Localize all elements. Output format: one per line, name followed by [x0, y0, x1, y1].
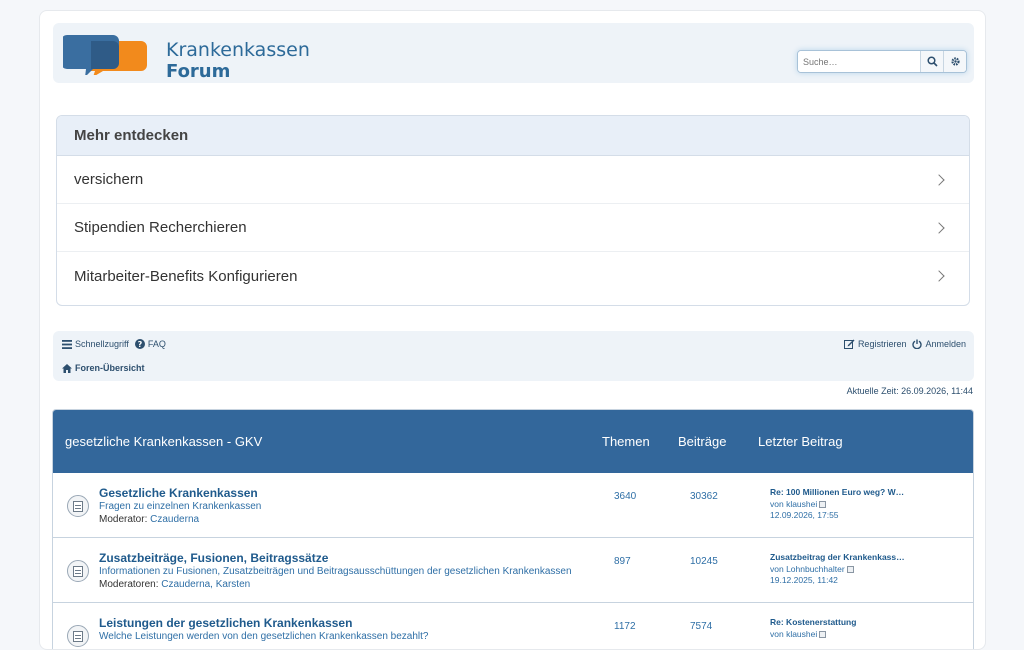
search-box [797, 50, 967, 73]
last-post-date: 19.12.2025, 11:42 [770, 575, 838, 585]
last-post-author: von klaushei [770, 629, 856, 641]
forum-title[interactable]: Zusatzbeiträge, Fusionen, Beitragssätze [99, 551, 328, 565]
discover-item-label: Stipendien Recherchieren [74, 219, 247, 236]
faq-label: FAQ [147, 339, 166, 349]
forum-table: gesetzliche Krankenkassen - GKV Themen B… [52, 409, 974, 649]
topic-count: 3640 [614, 491, 637, 502]
mod-label: Moderatoren: [99, 579, 159, 590]
forum-header: gesetzliche Krankenkassen - GKV Themen B… [53, 410, 973, 473]
category-title[interactable]: gesetzliche Krankenkassen - GKV [53, 434, 602, 449]
last-post-date: 12.09.2026, 17:55 [770, 510, 839, 520]
logo-line-1: Krankenkassen [166, 39, 310, 61]
topic-count: 897 [614, 556, 631, 567]
last-post-author-text[interactable]: von Lohnbuchhalter [770, 564, 845, 574]
forum-read-icon [67, 495, 89, 517]
search-input[interactable] [798, 51, 920, 72]
edit-icon [843, 339, 855, 349]
chevron-right-icon [933, 173, 945, 186]
chevron-right-icon [933, 270, 945, 282]
last-post-author: von Lohnbuchhalter [770, 564, 905, 576]
discover-item-label: Mitarbeiter-Benefits Konfigurieren [74, 267, 298, 285]
register-link[interactable]: Registrieren [843, 339, 907, 349]
mod-names[interactable]: Czauderna, Karsten [161, 579, 250, 590]
post-count: 10245 [690, 556, 718, 567]
login-link[interactable]: Anmelden [912, 339, 966, 349]
forum-desc: Fragen zu einzelnen Krankenkassen [99, 501, 262, 512]
forum-title[interactable]: Gesetzliche Krankenkassen [99, 486, 258, 500]
svg-text:?: ? [138, 340, 143, 349]
post-count: 7574 [690, 621, 713, 632]
topic-count: 1172 [614, 621, 636, 632]
view-post-icon[interactable] [819, 630, 827, 638]
quick-access-link[interactable]: Schnellzugriff [62, 339, 129, 349]
search-icon [926, 56, 938, 67]
last-post-title[interactable]: Re: 100 Millionen Euro weg? W… [770, 487, 904, 499]
mod-names[interactable]: Czauderna [150, 514, 199, 525]
nav-bar: Schnellzugriff ? FAQ Registrieren Anmeld… [53, 331, 974, 381]
discover-item[interactable]: Mitarbeiter-Benefits Konfigurieren [57, 252, 969, 300]
breadcrumb[interactable]: Foren-Übersicht [62, 363, 145, 373]
post-count: 30362 [690, 491, 718, 502]
discover-item[interactable]: versichern [57, 156, 969, 204]
quick-access-label: Schnellzugriff [75, 339, 129, 349]
speech-bubbles-icon [61, 35, 147, 77]
last-post-author-text[interactable]: von klaushei [770, 499, 817, 509]
col-posts: Beiträge [678, 434, 727, 449]
last-post-author: von klaushei [770, 499, 904, 511]
logo-text: Krankenkassen Forum [166, 39, 310, 83]
menu-icon [62, 339, 72, 349]
search-button[interactable] [920, 51, 943, 72]
power-icon [912, 339, 923, 349]
forum-desc: Welche Leistungen werden von den gesetzl… [99, 631, 429, 642]
last-post: Re: Kostenerstattung von klaushei [770, 617, 856, 640]
chevron-right-icon [933, 221, 945, 234]
last-post-author-text[interactable]: von klaushei [770, 629, 817, 639]
last-post-title[interactable]: Zusatzbeitrag der Krankenkass… [770, 552, 905, 564]
nav-left: Schnellzugriff ? FAQ [62, 339, 166, 349]
forum-moderators: Moderatoren: Czauderna, Karsten [99, 579, 250, 590]
forum-row: Zusatzbeiträge, Fusionen, Beitragssätze … [53, 538, 973, 603]
page-container: Krankenkassen Forum Mehr entdecken versi… [39, 10, 986, 650]
forum-read-icon [67, 625, 89, 647]
col-topics: Themen [602, 434, 650, 449]
faq-link[interactable]: ? FAQ [134, 339, 166, 349]
view-post-icon[interactable] [819, 500, 827, 508]
discover-title: Mehr entdecken [57, 116, 969, 156]
forum-read-icon [67, 560, 89, 582]
view-post-icon[interactable] [846, 565, 854, 573]
discover-item[interactable]: Stipendien Recherchieren [57, 204, 969, 252]
current-time: Aktuelle Zeit: 26.09.2026, 11:44 [846, 386, 973, 396]
forum-desc: Informationen zu Fusionen, Zusatzbeiträg… [99, 566, 572, 577]
forum-row: Leistungen der gesetzlichen Krankenkasse… [53, 603, 973, 649]
nav-right: Registrieren Anmelden [843, 339, 966, 349]
mod-label: Moderator: [99, 514, 148, 525]
gear-icon [950, 57, 960, 66]
discover-item-label: versichern [74, 171, 144, 188]
login-label: Anmelden [925, 339, 966, 349]
forum-moderators: Moderator: Czauderna [99, 514, 199, 525]
logo-line-2: Forum [166, 61, 231, 82]
advanced-search-button[interactable] [943, 51, 966, 72]
forum-title[interactable]: Leistungen der gesetzlichen Krankenkasse… [99, 616, 352, 630]
question-icon: ? [134, 339, 145, 349]
discover-box: Mehr entdecken versichern Stipendien Rec… [56, 115, 970, 306]
home-icon [62, 363, 72, 373]
forum-row: Gesetzliche Krankenkassen Fragen zu einz… [53, 473, 973, 538]
site-header: Krankenkassen Forum [53, 23, 974, 83]
col-last-post: Letzter Beitrag [758, 434, 843, 449]
last-post-title[interactable]: Re: Kostenerstattung [770, 617, 856, 629]
last-post: Re: 100 Millionen Euro weg? W… von klaus… [770, 487, 904, 522]
last-post: Zusatzbeitrag der Krankenkass… von Lohnb… [770, 552, 905, 587]
site-logo[interactable]: Krankenkassen Forum [61, 33, 313, 82]
register-label: Registrieren [857, 339, 907, 349]
breadcrumb-label: Foren-Übersicht [75, 363, 145, 373]
